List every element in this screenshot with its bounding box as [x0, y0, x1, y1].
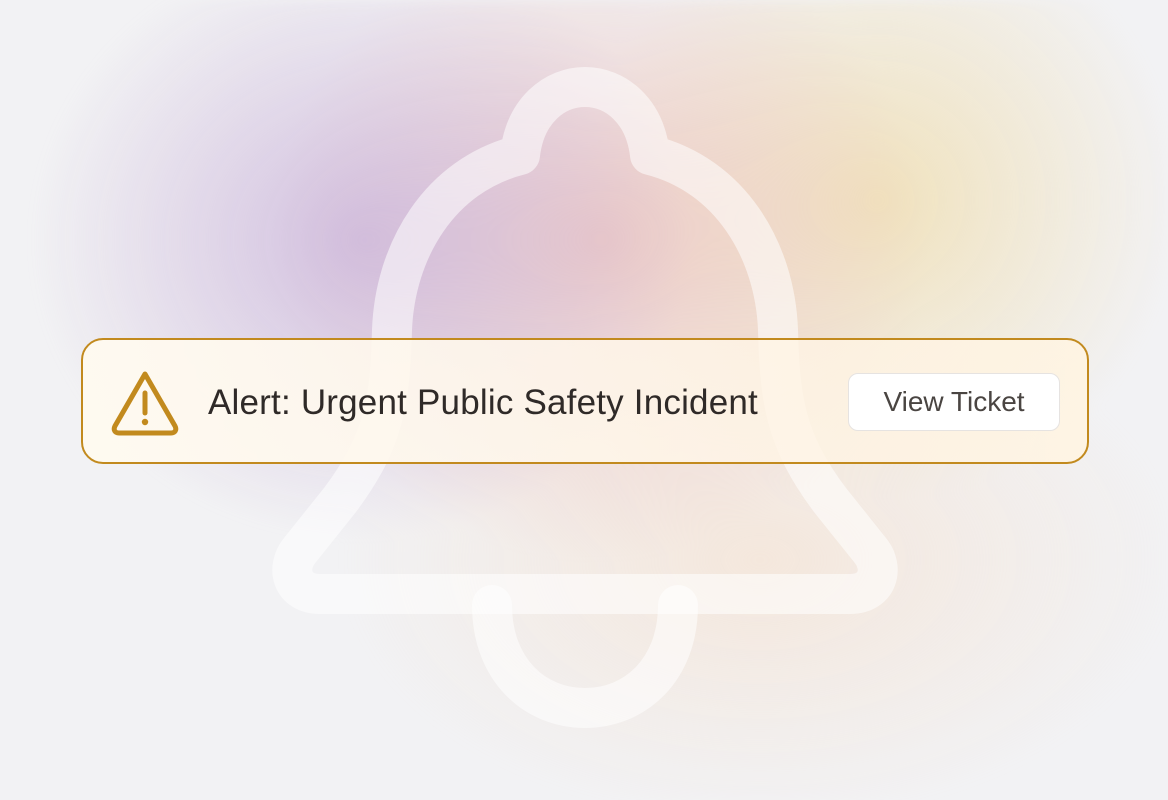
- notification-canvas: Alert: Urgent Public Safety Incident Vie…: [0, 0, 1168, 800]
- alert-banner: Alert: Urgent Public Safety Incident Vie…: [81, 338, 1089, 464]
- alert-message: Alert: Urgent Public Safety Incident: [208, 383, 758, 422]
- view-ticket-button[interactable]: View Ticket: [848, 373, 1060, 431]
- warning-triangle-icon: [111, 371, 179, 436]
